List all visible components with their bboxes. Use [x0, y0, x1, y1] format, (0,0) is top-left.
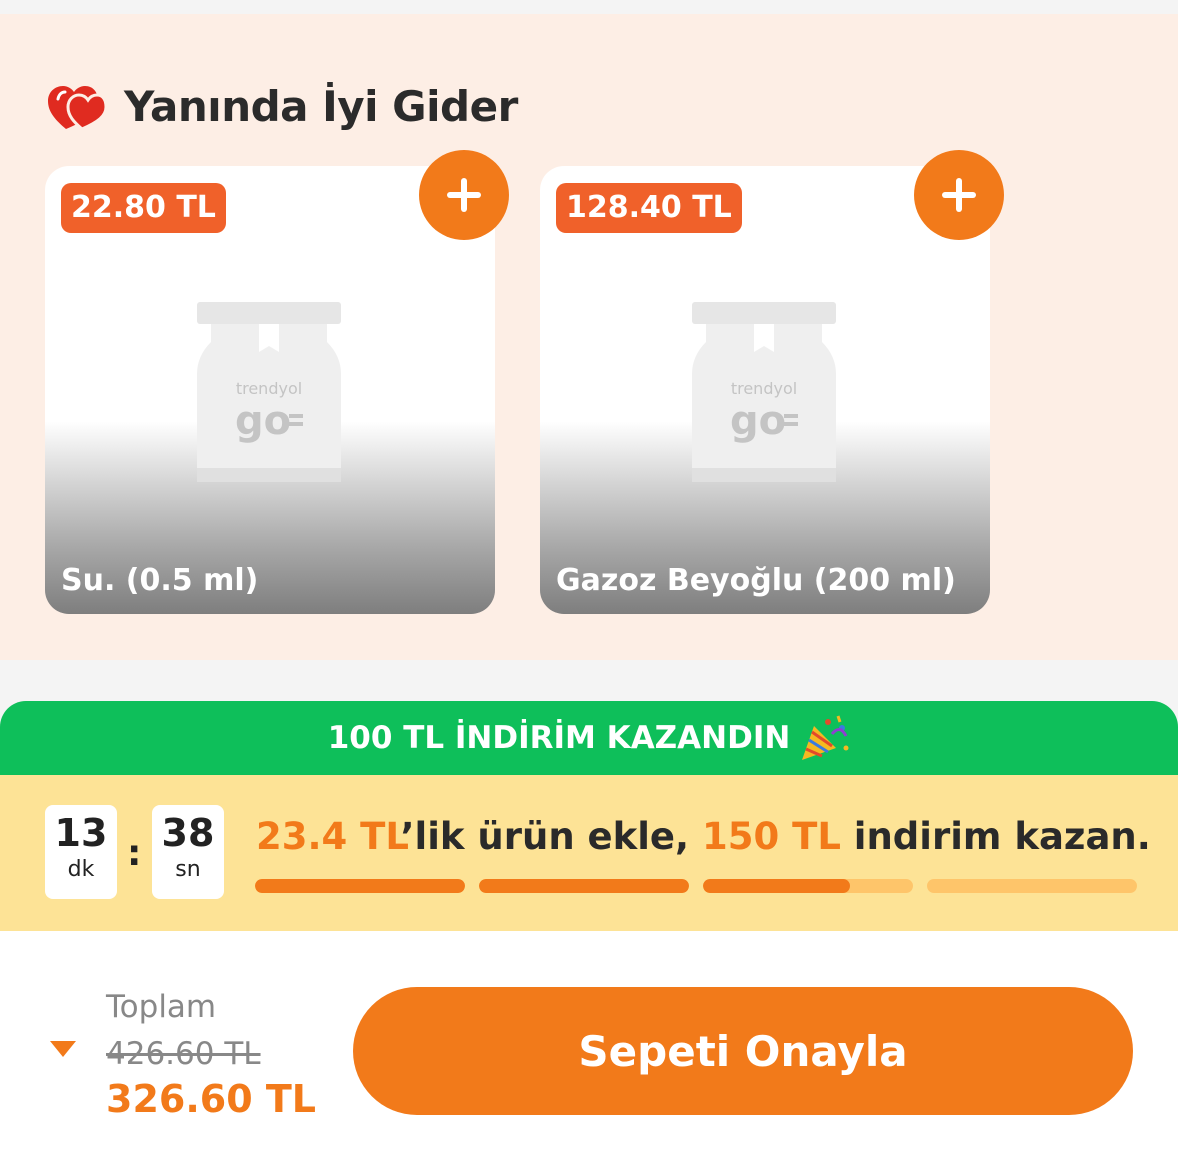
- timer-seconds-value: 38: [161, 811, 215, 855]
- promo-text-1: ’lik ürün ekle,: [400, 815, 702, 858]
- timer-minutes: 13 dk: [45, 805, 117, 899]
- promo-amount: 23.4 TL: [256, 815, 401, 858]
- section-header: Yanında İyi Gider: [46, 76, 518, 136]
- product-name: Su. (0.5 ml): [61, 563, 259, 598]
- add-to-cart-button[interactable]: [914, 150, 1004, 240]
- promo-message: 23.4 TL’lik ürün ekle, 150 TL indirim ka…: [256, 815, 1151, 858]
- svg-text:go: go: [235, 398, 291, 444]
- timer-separator: :: [127, 833, 142, 874]
- product-name: Gazoz Beyoğlu (200 ml): [556, 563, 956, 598]
- timer-seconds-unit: sn: [175, 857, 201, 882]
- product-placeholder-image: trendyol go: [197, 302, 341, 482]
- discount-banner: 100 TL İNDİRİM KAZANDIN: [0, 701, 1178, 775]
- promo-timer-area: 13 dk : 38 sn 23.4 TL’lik ürün ekle, 150…: [0, 775, 1178, 931]
- party-popper-icon: [802, 715, 849, 760]
- product-card[interactable]: 128.40 TL trendyol go Gazoz Beyoğlu (200…: [540, 166, 990, 614]
- placeholder-logo-text: trendyol: [236, 379, 302, 398]
- promo-text-2: indirim kazan.: [840, 815, 1151, 858]
- new-total-price: 326.60 TL: [106, 1077, 317, 1121]
- caret-down-icon[interactable]: [50, 1041, 76, 1059]
- checkout-bar: Toplam 426.60 TL 326.60 TL Sepeti Onayla: [0, 931, 1178, 1162]
- price-badge: 128.40 TL: [556, 183, 742, 233]
- total-label: Toplam: [106, 989, 217, 1025]
- price-badge: 22.80 TL: [61, 183, 226, 233]
- promo-progress: [255, 879, 1137, 893]
- section-title: Yanında İyi Gider: [124, 81, 518, 131]
- progress-segment: [703, 879, 913, 893]
- progress-fill: [255, 879, 465, 893]
- old-total-price: 426.60 TL: [106, 1036, 261, 1072]
- plus-icon: [447, 178, 481, 212]
- discount-banner-text: 100 TL İNDİRİM KAZANDIN: [327, 720, 791, 756]
- confirm-cart-button[interactable]: Sepeti Onayla: [353, 987, 1133, 1115]
- svg-text:go: go: [730, 398, 786, 444]
- heart-icon: [48, 86, 106, 131]
- product-card[interactable]: 22.80 TL trendyol go Su. (0.5 ml): [45, 166, 495, 614]
- progress-fill: [703, 879, 850, 893]
- suggestions-panel: Yanında İyi Gider 22.80 TL trendyol go S…: [0, 14, 1178, 660]
- promo-discount: 150 TL: [701, 815, 841, 858]
- progress-fill: [479, 879, 689, 893]
- add-to-cart-button[interactable]: [419, 150, 509, 240]
- progress-segment: [479, 879, 689, 893]
- timer-minutes-unit: dk: [67, 857, 95, 882]
- timer-seconds: 38 sn: [152, 805, 224, 899]
- timer-minutes-value: 13: [54, 811, 108, 855]
- placeholder-logo-text: trendyol: [731, 379, 797, 398]
- progress-segment: [927, 879, 1137, 893]
- plus-icon: [942, 178, 976, 212]
- product-placeholder-image: trendyol go: [692, 302, 836, 482]
- progress-segment: [255, 879, 465, 893]
